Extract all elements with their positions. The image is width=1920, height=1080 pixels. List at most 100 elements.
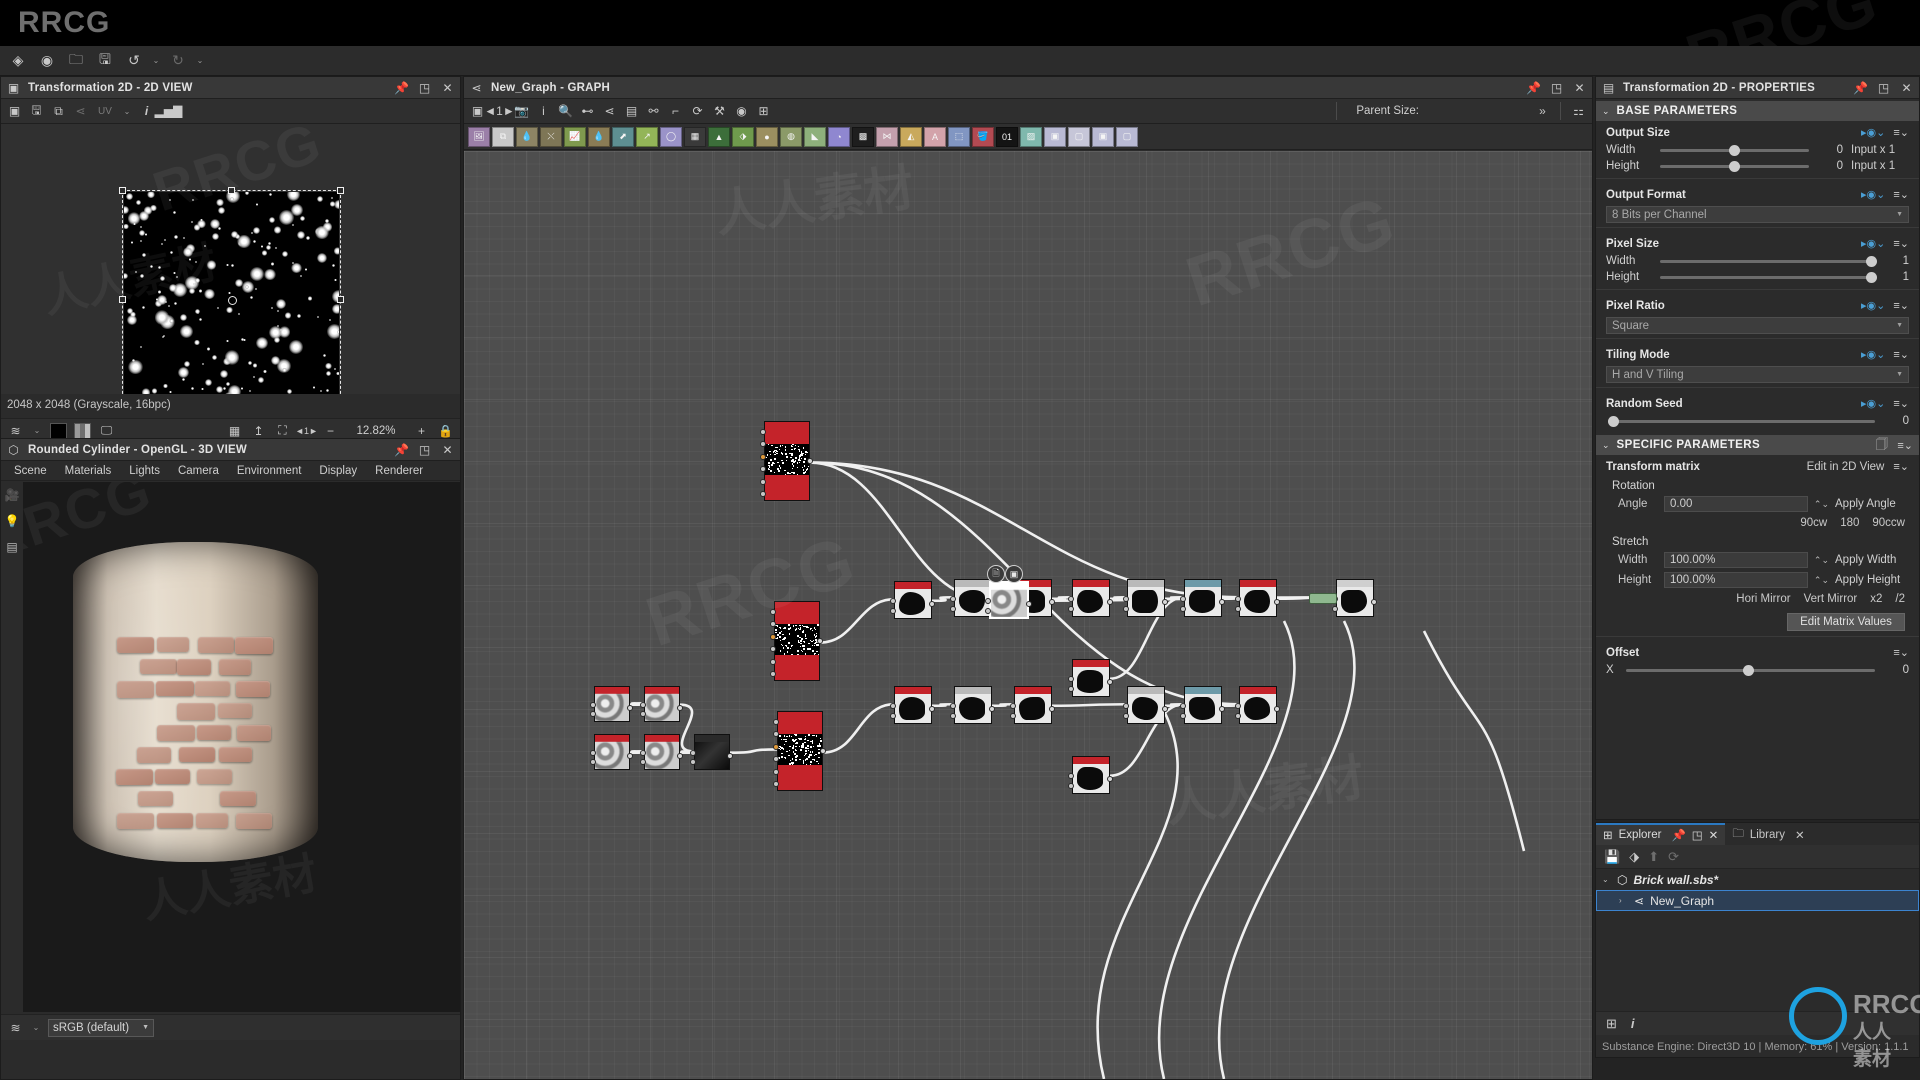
undo-icon[interactable]: ↺ xyxy=(121,49,147,73)
node-noise-3[interactable] xyxy=(594,734,630,770)
node-pin[interactable] xyxy=(760,478,766,485)
parameter-menu-icon[interactable]: ≡⌄ xyxy=(1893,397,1909,410)
preset-icon[interactable]: 🗍 xyxy=(1873,437,1890,454)
close-icon[interactable]: ✕ xyxy=(439,441,456,458)
color-layers-icon[interactable]: ≋ xyxy=(7,1019,24,1036)
shuffle-node-icon[interactable]: ⤬ xyxy=(540,126,562,147)
node-pin[interactable] xyxy=(807,458,813,464)
color-layers-dropdown-icon[interactable]: ⌄ xyxy=(31,426,43,435)
save-image-icon[interactable]: 🖫 xyxy=(28,103,45,120)
parameter-menu-icon[interactable]: ≡⌄ xyxy=(1893,188,1909,201)
node-levels-4[interactable] xyxy=(1127,579,1165,617)
node-pin[interactable] xyxy=(1068,685,1074,692)
directional-blur-icon[interactable]: 💧 xyxy=(588,126,610,147)
display-mode-icon[interactable]: ▣ xyxy=(6,103,23,120)
tab-explorer[interactable]: ⊞ Explorer 📌 ◳ ✕ xyxy=(1596,823,1726,845)
gradient-lin-icon[interactable]: ◣ xyxy=(804,126,826,147)
node-pin[interactable] xyxy=(773,768,779,775)
noise-node-icon[interactable]: ▨ xyxy=(1020,126,1042,147)
parameter-menu-icon[interactable]: ≡⌄ xyxy=(1893,348,1909,361)
node-noise-2[interactable] xyxy=(644,686,680,722)
grid-icon[interactable]: ▦ xyxy=(226,422,243,439)
node-blend-5[interactable] xyxy=(894,686,932,724)
parameter-menu-icon[interactable]: ≡⌄ xyxy=(1897,439,1913,452)
node-pin[interactable] xyxy=(770,633,776,640)
tree-item-brick-wall-sbs-[interactable]: ⌄ ⬡ Brick wall.sbs* xyxy=(1596,869,1919,890)
expose-parameter-icon[interactable]: ▸◉⌄ xyxy=(1861,126,1885,139)
output-c-icon[interactable]: ▣ xyxy=(1092,126,1114,147)
reload-icon[interactable]: ⟳ xyxy=(1668,849,1679,865)
tile-node-icon[interactable]: ▦ xyxy=(684,126,706,147)
close-icon[interactable]: ✕ xyxy=(1795,828,1805,842)
redo-dropdown-icon[interactable]: ⌄ xyxy=(194,56,206,65)
node-transform-2[interactable] xyxy=(1184,579,1222,617)
align-icon[interactable]: ⊞ xyxy=(755,103,772,120)
expose-parameter-icon[interactable]: ▸◉⌄ xyxy=(1861,188,1885,201)
shape-node-icon[interactable]: ◍ xyxy=(780,126,802,147)
float-icon[interactable]: ◳ xyxy=(416,79,433,96)
output-format-select[interactable]: 8 Bits per Channel ▼ xyxy=(1606,206,1909,223)
node-pin[interactable] xyxy=(760,429,766,435)
node-connector-stub[interactable] xyxy=(1309,593,1337,604)
tools-icon[interactable]: ⚒ xyxy=(711,103,728,120)
copy-image-icon[interactable]: ⧉ xyxy=(50,103,67,120)
node-pin[interactable] xyxy=(1235,605,1241,612)
tab-library[interactable]: 🗀 Library ✕ xyxy=(1725,823,1812,845)
node-levels-mid[interactable] xyxy=(774,601,820,681)
stretch-action-vert-mirror[interactable]: Vert Mirror xyxy=(1804,593,1858,605)
node-pin[interactable] xyxy=(985,607,991,614)
menu-item-environment[interactable]: Environment xyxy=(228,465,311,477)
node-pin[interactable] xyxy=(929,705,935,712)
gradient-map-icon[interactable]: ◭ xyxy=(900,126,922,147)
random-seed-slider[interactable] xyxy=(1608,415,1875,427)
float-icon[interactable]: ◳ xyxy=(1875,79,1892,96)
ratio-icon[interactable]: ◄1► xyxy=(295,422,318,439)
menu-item-renderer[interactable]: Renderer xyxy=(366,465,432,477)
node-pin[interactable] xyxy=(1180,605,1186,612)
node-pin[interactable] xyxy=(770,609,776,615)
color-layers-icon[interactable]: ≋ xyxy=(7,422,24,439)
lock-icon[interactable]: 🔒 xyxy=(437,422,454,439)
level-node-icon[interactable]: ▲ xyxy=(708,126,730,147)
menu-item-materials[interactable]: Materials xyxy=(56,465,121,477)
chevron-down-icon[interactable]: ⌄ xyxy=(1602,875,1611,884)
camera-icon[interactable]: 🎥 xyxy=(1,482,23,508)
input-node-icon[interactable]: ⊷ xyxy=(579,103,596,120)
zoom-in-icon[interactable]: + xyxy=(413,422,430,439)
pin-icon[interactable]: 📌 xyxy=(1525,79,1542,96)
edit-matrix-values-button[interactable]: Edit Matrix Values xyxy=(1787,613,1905,631)
2d-view-canvas[interactable]: ⟋ RRCG 人人素材 xyxy=(1,124,460,394)
node-levels-low[interactable] xyxy=(777,711,823,791)
node-pin[interactable] xyxy=(760,491,766,497)
stretch-height-input[interactable]: 100.00% xyxy=(1664,572,1808,588)
rotation-preset-180[interactable]: 180 xyxy=(1840,517,1859,529)
chevron-right-icon[interactable]: › xyxy=(1619,896,1628,905)
link-nodes-icon[interactable]: ⚯ xyxy=(645,103,662,120)
output-size-width-slider[interactable] xyxy=(1660,144,1809,156)
snapshot-icon[interactable]: 📷 xyxy=(513,103,530,120)
pixel-size-width-slider[interactable] xyxy=(1660,255,1878,267)
frame-icon[interactable]: ▤ xyxy=(623,103,640,120)
menu-item-display[interactable]: Display xyxy=(310,465,366,477)
node-pin[interactable] xyxy=(1332,605,1338,612)
node-warp-2[interactable] xyxy=(1072,756,1110,794)
hsl-node-icon[interactable]: ◔ xyxy=(828,126,850,147)
blur-node-icon[interactable]: 💧 xyxy=(516,126,538,147)
menu-item-lights[interactable]: Lights xyxy=(120,465,169,477)
close-icon[interactable]: ✕ xyxy=(1898,79,1915,96)
close-icon[interactable]: ✕ xyxy=(439,79,456,96)
node-pin[interactable] xyxy=(1010,712,1016,719)
node-pin[interactable] xyxy=(1162,705,1168,712)
selection-box[interactable] xyxy=(119,187,344,394)
node-transform-4[interactable] xyxy=(1184,686,1222,724)
node-levels-top[interactable] xyxy=(764,421,810,501)
node-pin[interactable] xyxy=(820,748,826,754)
output-node-icon[interactable]: ⋖ xyxy=(601,103,618,120)
section-specific-parameters[interactable]: ⌄ SPECIFIC PARAMETERS 🗍 ≡⌄ xyxy=(1596,435,1919,455)
node-badge-doc-icon[interactable]: 🗎 xyxy=(987,565,1005,583)
section-base-parameters[interactable]: ⌄ BASE PARAMETERS xyxy=(1596,101,1919,121)
node-levels-5[interactable] xyxy=(1127,686,1165,724)
pin-icon[interactable]: 📌 xyxy=(1671,828,1685,842)
node-pin[interactable] xyxy=(1235,712,1241,719)
search-icon[interactable]: 🔍 xyxy=(557,103,574,120)
